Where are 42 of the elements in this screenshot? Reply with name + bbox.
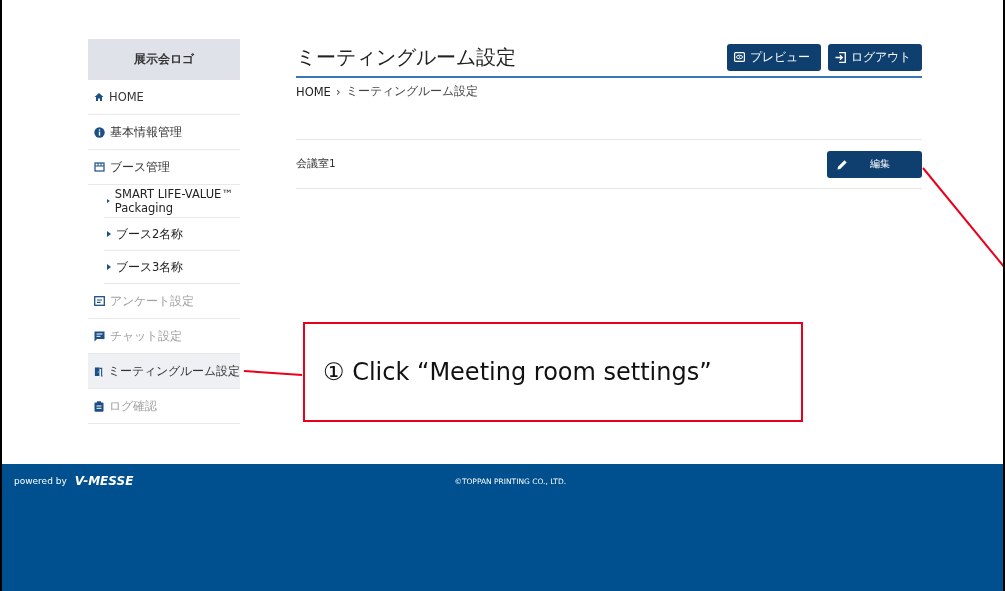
sidebar-item[interactable]: ミーティングルーム設定 — [88, 354, 240, 389]
sidebar-item-label: HOME — [109, 90, 144, 104]
form-icon — [94, 296, 105, 306]
brand-logo: V-MESSE — [74, 474, 134, 488]
sidebar-item[interactable]: HOME — [88, 80, 240, 115]
sidebar-item-label: チャット設定 — [110, 328, 182, 344]
sidebar-item-label: ログ確認 — [109, 398, 157, 414]
logout-button[interactable]: ログアウト — [828, 43, 922, 71]
breadcrumb-item[interactable]: HOME — [296, 84, 331, 99]
info-icon — [94, 126, 105, 138]
sidebar-item-label: ミーティングルーム設定 — [108, 363, 240, 379]
home-icon — [94, 92, 104, 102]
eye-icon — [734, 52, 745, 62]
page-title: ミーティングルーム設定 — [296, 43, 516, 71]
breadcrumb-item: ミーティングルーム設定 — [345, 84, 478, 99]
exhibition-logo: 展示会ロゴ — [88, 39, 240, 80]
pencil-icon — [837, 158, 848, 170]
caret-icon — [107, 264, 111, 270]
sidebar-subitem[interactable]: SMART LIFE-VALUE™ Packaging — [104, 185, 240, 218]
sidebar-item-label: アンケート設定 — [110, 293, 194, 309]
edit-button[interactable]: 編集 — [827, 150, 922, 178]
sidebar-subitem[interactable]: ブース3名称 — [104, 251, 240, 284]
sidebar-subitem-label: ブース2名称 — [116, 226, 184, 242]
sidebar-subitem[interactable]: ブース2名称 — [104, 218, 240, 251]
breadcrumb-separator: › — [335, 84, 341, 99]
sidebar-item[interactable]: ブース管理 — [88, 150, 240, 185]
store-icon — [94, 162, 105, 172]
sidebar-item[interactable]: 基本情報管理 — [88, 115, 240, 150]
powered-by-text: powered by — [14, 476, 67, 486]
caret-icon — [107, 198, 110, 204]
door-icon — [94, 365, 103, 377]
sidebar-subitem-label: ブース3名称 — [116, 259, 184, 275]
clipboard-icon — [94, 400, 104, 412]
preview-button[interactable]: プレビュー — [727, 43, 821, 71]
room-name: 会議室1 — [296, 157, 336, 171]
chat-icon — [94, 330, 105, 342]
sidebar-item-label: 基本情報管理 — [110, 124, 182, 140]
sidebar-subitem-label: SMART LIFE-VALUE™ Packaging — [114, 187, 234, 215]
sidebar-item-label: ブース管理 — [110, 159, 170, 175]
logout-icon — [835, 51, 846, 63]
callout-text: ① Click “Meeting room settings” — [323, 358, 712, 386]
caret-icon — [107, 231, 111, 237]
